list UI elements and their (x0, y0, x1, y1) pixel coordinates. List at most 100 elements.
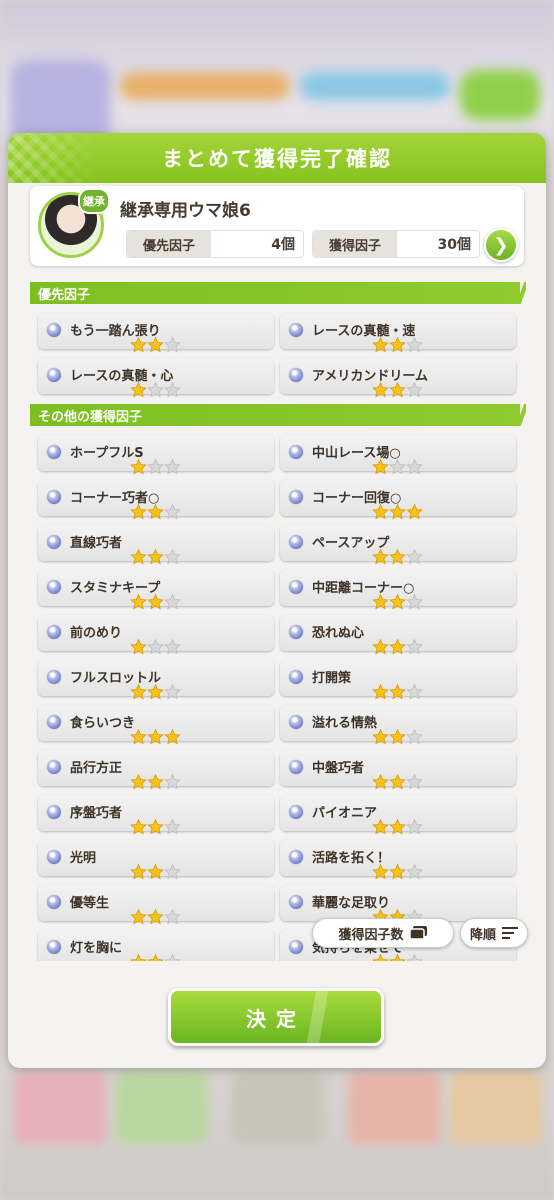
star-filled-icon (130, 593, 147, 610)
factor-gem-icon (47, 760, 61, 774)
factor-item[interactable]: パイオニア (280, 795, 516, 835)
background-blob (300, 72, 450, 100)
star-filled-icon (130, 548, 147, 565)
star-filled-icon (389, 336, 406, 353)
sort-key-button[interactable]: 獲得因子数 (312, 918, 454, 948)
star-filled-icon (147, 593, 164, 610)
factor-gem-icon (47, 535, 61, 549)
factor-stars (130, 458, 184, 475)
star-empty-icon (164, 638, 181, 655)
factor-item[interactable]: 光明 (38, 840, 274, 880)
factor-stars (372, 638, 426, 655)
factor-item[interactable]: コーナー巧者○ (38, 480, 274, 520)
factor-item[interactable]: もう一踏ん張り (38, 313, 274, 353)
star-filled-icon (147, 773, 164, 790)
factor-name: 直線巧者 (70, 536, 123, 551)
star-empty-icon (164, 503, 181, 520)
factor-item[interactable]: 中山レース場○ (280, 435, 516, 475)
factor-item[interactable]: 前のめり (38, 615, 274, 655)
confirm-button[interactable]: 決定 (168, 988, 384, 1046)
sort-key-label: 獲得因子数 (338, 927, 404, 943)
star-empty-icon (406, 381, 423, 398)
star-filled-icon (147, 863, 164, 880)
inherit-badge: 継承 (78, 188, 110, 214)
star-empty-icon (164, 548, 181, 565)
background-tile (14, 1072, 106, 1144)
factor-list[interactable]: 優先因子 もう一踏ん張り レースの真髄・速 レースの真髄・心 アメリカンドリーム その… (8, 276, 546, 961)
factor-stars (372, 381, 426, 398)
star-filled-icon (130, 863, 147, 880)
star-filled-icon (147, 818, 164, 835)
star-filled-icon (389, 953, 406, 961)
factor-gem-icon (289, 445, 303, 459)
star-filled-icon (372, 458, 389, 475)
star-filled-icon (130, 818, 147, 835)
factor-item[interactable]: スタミナキープ (38, 570, 274, 610)
factor-gem-icon (289, 580, 303, 594)
factor-name: 優等生 (70, 896, 110, 911)
star-filled-icon (389, 638, 406, 655)
star-filled-icon (389, 728, 406, 745)
star-filled-icon (372, 728, 389, 745)
factor-stars (130, 503, 184, 520)
factor-stars (372, 336, 426, 353)
factor-item[interactable]: 打開策 (280, 660, 516, 700)
factor-gem-icon (47, 670, 61, 684)
factor-item[interactable]: 食らいつき (38, 705, 274, 745)
factor-item[interactable]: 中距離コーナー○ (280, 570, 516, 610)
factor-item[interactable]: 華麗な足取り (280, 885, 516, 925)
factor-item[interactable]: 活路を拓く！ (280, 840, 516, 880)
star-filled-icon (372, 381, 389, 398)
factor-item[interactable]: レースの真髄・速 (280, 313, 516, 353)
star-filled-icon (130, 503, 147, 520)
star-empty-icon (164, 818, 181, 835)
factor-item[interactable]: ペースアップ (280, 525, 516, 565)
star-empty-icon (406, 336, 423, 353)
star-filled-icon (164, 728, 181, 745)
factor-gem-icon (47, 625, 61, 639)
star-filled-icon (389, 863, 406, 880)
star-empty-icon (406, 683, 423, 700)
factor-gem-icon (289, 940, 303, 954)
factor-item[interactable]: コーナー回復○ (280, 480, 516, 520)
factor-gem-icon (47, 323, 61, 337)
factor-gem-icon (289, 490, 303, 504)
factor-item[interactable]: フルスロットル (38, 660, 274, 700)
factor-item[interactable]: 直線巧者 (38, 525, 274, 565)
star-empty-icon (164, 773, 181, 790)
star-filled-icon (130, 336, 147, 353)
factor-item[interactable]: 中盤巧者 (280, 750, 516, 790)
sort-order-button[interactable]: 降順 (460, 918, 528, 948)
star-empty-icon (389, 458, 406, 475)
factor-stars (372, 728, 426, 745)
factor-item[interactable]: 優等生 (38, 885, 274, 925)
factor-stars (130, 773, 184, 790)
background-tile (116, 1072, 208, 1144)
factor-gem-icon (47, 850, 61, 864)
star-empty-icon (164, 458, 181, 475)
star-empty-icon (164, 593, 181, 610)
star-filled-icon (147, 548, 164, 565)
factor-stars (372, 683, 426, 700)
factor-stars (130, 336, 184, 353)
factor-item[interactable]: 溢れる情熱 (280, 705, 516, 745)
factor-item[interactable]: 灯を胸に (38, 930, 274, 961)
factor-item[interactable]: アメリカンドリーム (280, 358, 516, 398)
section-header-other: その他の獲得因子 (30, 404, 526, 426)
priority-factor-value: 4個 (271, 237, 295, 253)
factor-name: 打開策 (312, 671, 352, 686)
factor-item[interactable]: ホープフルS (38, 435, 274, 475)
star-empty-icon (406, 548, 423, 565)
factor-item[interactable]: 品行方正 (38, 750, 274, 790)
factor-stars (130, 638, 184, 655)
factor-name: 恐れぬ心 (312, 626, 365, 641)
factor-item[interactable]: レースの真髄・心 (38, 358, 274, 398)
factor-stars (372, 503, 426, 520)
star-empty-icon (164, 683, 181, 700)
factor-item[interactable]: 恐れぬ心 (280, 615, 516, 655)
factor-stars (372, 863, 426, 880)
factor-item[interactable]: 序盤巧者 (38, 795, 274, 835)
factor-gem-icon (289, 535, 303, 549)
star-filled-icon (372, 818, 389, 835)
next-arrow-button[interactable]: ❯ (484, 228, 518, 262)
